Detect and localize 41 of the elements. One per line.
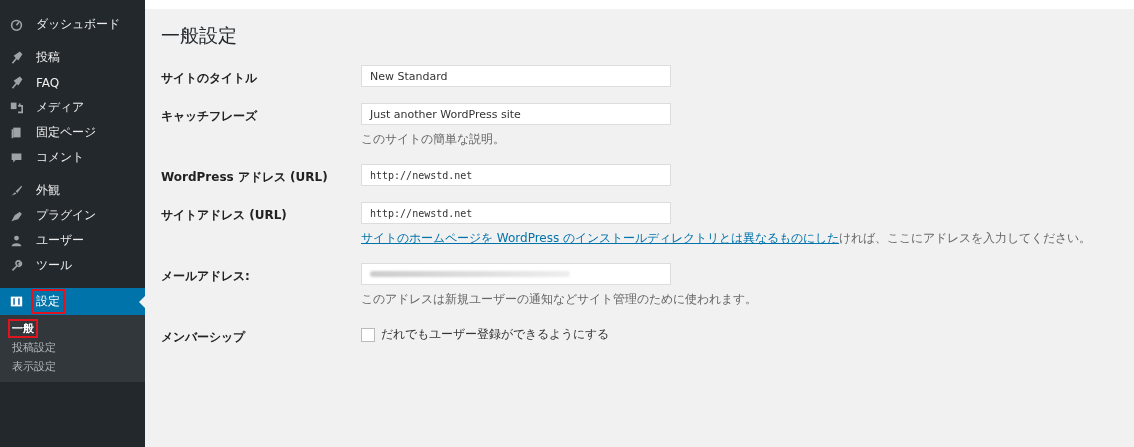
sidebar-item[interactable]: ユーザー — [0, 228, 145, 253]
sliders-icon — [10, 295, 23, 308]
sidebar-item[interactable]: 投稿 — [0, 45, 145, 70]
sidebar-item[interactable]: プラグイン — [0, 203, 145, 228]
brush-icon — [10, 184, 23, 197]
submenu-item[interactable]: 表示設定 — [0, 357, 145, 376]
field-label: メールアドレス: — [161, 268, 251, 285]
checkbox-label: だれでもユーザー登録ができるようにする — [381, 327, 609, 342]
email-field[interactable] — [361, 263, 671, 285]
sidebar-item[interactable]: ダッシュボード — [0, 12, 145, 37]
field-label: メンバーシップ — [161, 329, 247, 346]
text-field[interactable]: New Standard — [361, 65, 671, 87]
sidebar-item[interactable]: コメント — [0, 145, 145, 170]
pin-icon — [10, 76, 23, 89]
comment-icon — [10, 151, 23, 164]
sidebar-item[interactable]: 固定ページ — [0, 120, 145, 145]
field-description: このアドレスは新規ユーザーの通知などサイト管理のために使われます。 — [361, 291, 757, 308]
help-link[interactable]: サイトのホームページを WordPress のインストールディレクトリとは異なるものにした — [361, 231, 840, 245]
sidebar-item[interactable]: 設定 — [0, 288, 145, 315]
dashboard-icon — [10, 18, 23, 31]
field-label: キャッチフレーズ — [161, 108, 259, 125]
user-icon — [10, 234, 23, 247]
field-description: このサイトの簡単な説明。 — [361, 131, 506, 148]
media-icon — [10, 101, 23, 114]
sidebar-item[interactable]: メディア — [0, 95, 145, 120]
checkbox[interactable] — [361, 327, 375, 342]
text-field[interactable]: http://newstd.net — [361, 164, 671, 186]
field-description: サイトのホームページを WordPress のインストールディレクトリとは異なるものにしたければ、ここにアドレスを入力してください。 — [361, 230, 1092, 247]
sidebar-item[interactable]: FAQ — [0, 70, 145, 95]
sidebar-item[interactable]: 外観 — [0, 178, 145, 203]
sidebar-item[interactable]: ツール — [0, 253, 145, 278]
page-title: 一般設定 — [161, 23, 238, 48]
text-field[interactable]: http://newstd.net — [361, 202, 671, 224]
page-icon — [10, 126, 23, 139]
field-label: サイトアドレス (URL) — [161, 207, 288, 224]
pin-icon — [10, 51, 23, 64]
submenu-item[interactable]: 一般 — [0, 319, 145, 338]
field-label: サイトのタイトル — [161, 70, 258, 87]
field-label: WordPress アドレス (URL) — [161, 169, 329, 186]
text-field[interactable]: Just another WordPress site — [361, 103, 671, 125]
submenu-item[interactable]: 投稿設定 — [0, 338, 145, 357]
